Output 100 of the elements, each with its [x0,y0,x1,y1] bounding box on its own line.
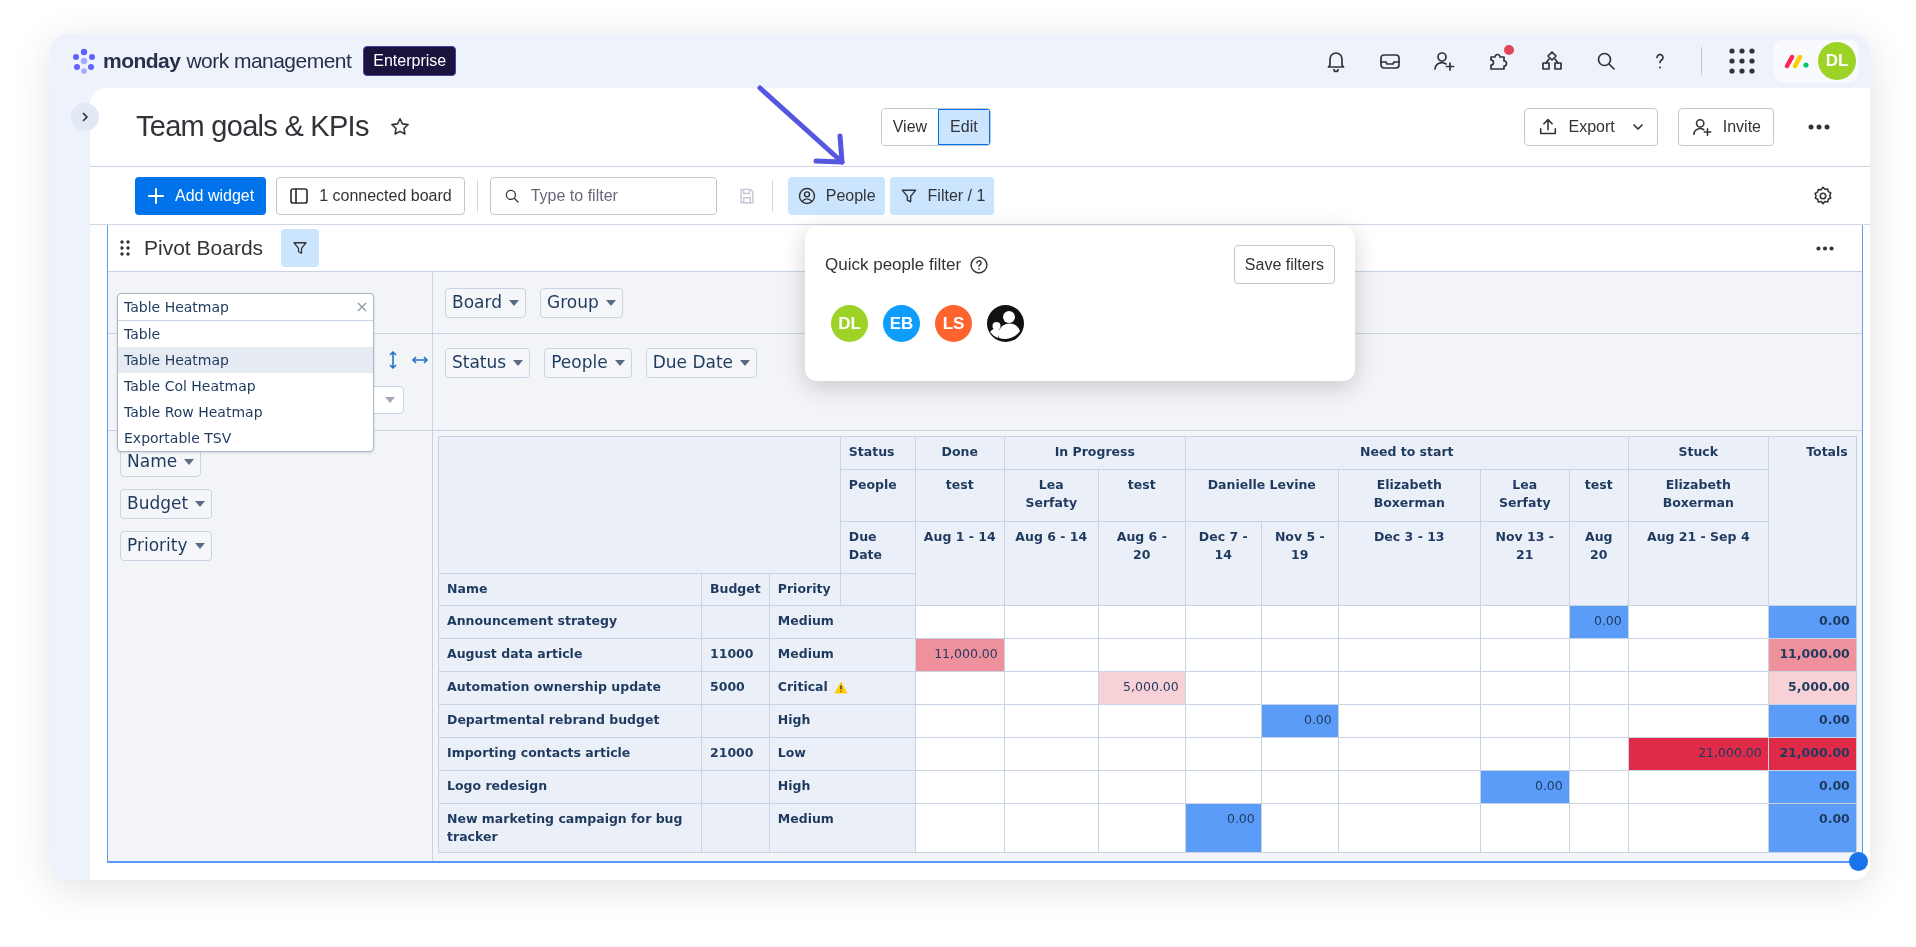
heatmap-cell: 5,000.00 [1098,671,1186,705]
column-header: Aug 21 - Sep 4 [1628,521,1769,606]
total-cell: 0.00 [1768,605,1857,639]
person-plus-icon[interactable] [1432,49,1456,73]
plus-icon [147,186,165,205]
attribute-pill[interactable]: Due Date [645,348,758,378]
filter-button[interactable]: Filter / 1 [889,176,995,215]
heatmap-cell: 11,000.00 [915,638,1005,672]
connected-boards-button[interactable]: 1 connected board [276,176,465,215]
column-header: Aug 6 - 14 [1004,521,1099,606]
attribute-pill[interactable]: Group [539,287,623,318]
add-widget-button[interactable]: Add widget [135,176,267,215]
widget-title: Pivot Boards [144,235,264,262]
column-header: Need to start [1185,436,1629,470]
heatmap-cell: 0.00 [1261,704,1339,738]
renderer-select[interactable]: Table Heatmap [118,294,373,321]
row-header: August data article [438,638,702,672]
app-grid-icon[interactable] [1728,47,1756,75]
row-header: Announcement strategy [438,605,702,639]
attribute-pill[interactable]: People [544,348,632,378]
row-header: 21000 [701,737,770,771]
total-cell: 11,000.00 [1768,638,1857,672]
caret-down-icon [195,501,206,507]
board-icon [289,185,310,206]
popover-title: Quick people filter [825,253,962,276]
priority-text: Critical [777,678,828,696]
header-label: Status [840,436,916,470]
header-label: People [840,469,916,522]
view-mode-tab[interactable]: Edit [938,109,990,145]
drag-handle-icon[interactable] [120,240,130,256]
priority-text: Medium [777,810,834,828]
row-header: Departmental rebrand budget [438,704,702,738]
attribute-pill[interactable]: Budget [120,489,213,519]
monday-mark-icon [1784,53,1810,69]
total-cell: 0.00 [1768,704,1857,738]
widget-filter-button[interactable] [281,229,320,267]
total-cell: 0.00 [1768,803,1857,853]
plan-badge: Enterprise [363,46,457,76]
export-button[interactable]: Export [1523,108,1658,146]
column-header: Danielle Levine [1185,469,1339,522]
row-header: Importing contacts article [438,737,702,771]
column-header: Elizabeth Boxerman [1628,469,1769,522]
row-header-label: Priority [769,573,841,606]
heatmap-cell: 0.00 [1569,605,1629,639]
row-header-label: Budget [701,573,770,606]
column-header: Dec 3 - 13 [1338,521,1481,606]
priority-text: Low [777,744,806,762]
column-header: Nov 13 - 21 [1480,521,1570,606]
column-header: Lea Serfaty [1004,469,1099,522]
row-header: 5000 [701,671,770,705]
row-header: 11000 [701,638,770,672]
star-icon[interactable] [388,116,411,138]
vertical-arrows-icon[interactable] [388,350,398,370]
column-header: Aug 1 - 14 [915,521,1005,606]
caret-down-icon [740,360,751,366]
row-header: Automation ownership update [438,671,702,705]
attribute-pill[interactable]: Board [445,287,526,318]
column-header: Aug 6 - 20 [1098,521,1186,606]
person-plus-icon [1690,116,1713,138]
people-filter-button[interactable]: People [787,176,885,215]
more-icon[interactable] [1816,245,1834,251]
priority-text: High [777,777,811,795]
hierarchy-icon[interactable] [1540,49,1564,73]
dropdown-option[interactable]: Table [118,321,373,347]
column-header: Totals [1768,436,1857,606]
header-label: Due Date [840,521,916,574]
row-header-label: Name [438,573,702,606]
column-header: test [915,469,1005,522]
more-icon[interactable] [1808,124,1830,130]
attribute-pill[interactable]: Priority [120,531,212,561]
dropdown-option[interactable]: Table Heatmap [118,347,373,373]
row-header: Logo redesign [438,770,702,804]
brand-name: monday [103,48,181,75]
caret-down-icon [385,397,395,403]
settings-icon[interactable] [1812,184,1834,207]
save-filters-button[interactable]: Save filters [1233,245,1335,284]
horizontal-arrows-icon[interactable] [411,355,429,365]
close-icon[interactable] [357,302,367,312]
heatmap-cell: 21,000.00 [1628,737,1769,771]
person-circle-icon [796,185,817,206]
caret-down-icon [605,299,616,306]
filter-icon [291,239,310,257]
logo-dots-icon [71,48,97,74]
caret-down-icon [184,459,195,465]
search-field[interactable]: Type to filter [489,176,717,215]
column-header: Aug 20 [1569,521,1629,606]
help-icon[interactable] [969,254,990,275]
column-header: Nov 5 - 19 [1261,521,1339,606]
column-header: Done [915,436,1005,470]
expand-sidebar-button[interactable] [71,103,99,131]
invite-button[interactable]: Invite [1677,108,1774,146]
team-avatar-icon[interactable] [987,305,1024,342]
caret-down-icon [508,299,519,306]
dropdown-option[interactable]: Table Row Heatmap [118,399,373,425]
total-cell: 5,000.00 [1768,671,1857,705]
total-cell: 0.00 [1768,770,1857,804]
priority-text: Medium [777,612,834,630]
dropdown-option[interactable]: Table Col Heatmap [118,373,373,399]
attribute-pill[interactable]: Status [445,348,531,378]
column-header: Dec 7 - 14 [1185,521,1262,606]
